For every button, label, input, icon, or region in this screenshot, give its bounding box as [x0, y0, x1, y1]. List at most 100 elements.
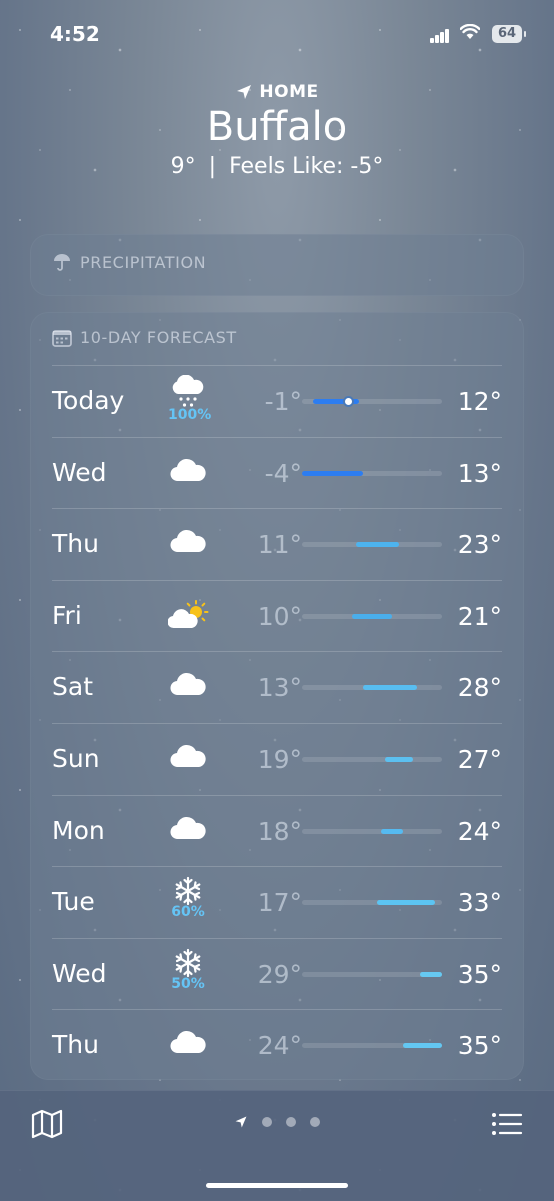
forecast-row[interactable]: Tue 60% 17° 33°	[30, 866, 524, 938]
page-dot[interactable]	[286, 1117, 296, 1127]
temp-range-track	[302, 470, 442, 476]
partly-sunny-icon	[168, 590, 209, 652]
temp-range-track	[302, 1043, 442, 1049]
wifi-icon	[459, 23, 481, 45]
forecast-day-label: Thu	[52, 1030, 99, 1060]
forecast-day-label: Thu	[52, 529, 99, 559]
home-indicator	[206, 1183, 348, 1188]
low-temp: 19°	[257, 745, 302, 774]
temp-range-track	[302, 757, 442, 762]
snowflake-icon: 60%	[168, 876, 208, 928]
page-indicator[interactable]	[0, 1115, 554, 1129]
temp-range-bar	[380, 828, 403, 834]
snow-cloud-icon: 100%	[168, 375, 212, 427]
location-arrow-icon	[237, 85, 252, 99]
home-label-row: HOME	[0, 82, 554, 102]
precipitation-title: PRECIPITATION	[80, 252, 207, 272]
high-temp: 35°	[457, 1031, 502, 1061]
high-temp: 33°	[457, 888, 502, 918]
precip-chance: 100%	[168, 407, 212, 423]
low-temp: 24°	[257, 1031, 302, 1061]
high-temp: 23°	[457, 530, 502, 560]
low-temp: -1°	[264, 387, 302, 416]
forecast-day-label: Fri	[52, 600, 82, 630]
separator: |	[208, 154, 217, 179]
temp-range-bar	[402, 1043, 442, 1049]
feels-like: Feels Like: -5°	[229, 154, 384, 179]
precipitation-card[interactable]: PRECIPITATION	[30, 234, 524, 296]
current-temp: 9°	[170, 154, 196, 179]
city-name: Buffalo	[206, 104, 348, 150]
cloud-icon	[168, 1019, 208, 1081]
temp-range-track	[302, 685, 442, 691]
high-temp: 35°	[457, 959, 502, 989]
temp-range-bar	[355, 542, 399, 548]
forecast-day-label: Wed	[52, 958, 107, 988]
high-temp: 27°	[457, 745, 502, 774]
forecast-row[interactable]: Wed -4° 13°	[30, 437, 524, 509]
cloud-icon	[168, 805, 208, 867]
cloud-icon	[168, 518, 208, 580]
forecast-row[interactable]: Thu 24° 35°	[30, 1009, 524, 1081]
forecast-day-label: Mon	[52, 815, 105, 845]
forecast-row[interactable]: Wed 50% 29° 35°	[30, 938, 524, 1010]
forecast-day-label: Tue	[52, 887, 95, 917]
high-temp: 28°	[457, 673, 502, 703]
temp-range-bar	[384, 757, 414, 762]
home-label: HOME	[259, 82, 319, 102]
calendar-icon	[52, 329, 72, 347]
high-temp: 13°	[457, 458, 502, 488]
low-temp: 17°	[257, 888, 302, 918]
high-temp: 24°	[457, 816, 502, 846]
status-bar: 4:52 64	[0, 0, 554, 70]
forecast-day-label: Sun	[52, 744, 100, 773]
temp-range-bar	[352, 613, 392, 619]
low-temp: 11°	[257, 530, 302, 560]
battery-icon: 64	[492, 25, 526, 43]
cloud-icon	[168, 733, 208, 795]
bottom-toolbar	[0, 1090, 554, 1201]
forecast-day-label: Sat	[52, 672, 93, 702]
forecast-row[interactable]: Today 100% -1° 12°	[30, 365, 524, 437]
forecast-row[interactable]: Fri 10° 21°	[30, 580, 524, 652]
forecast-day-label: Today	[52, 386, 125, 415]
page-dot[interactable]	[262, 1117, 272, 1127]
page-dot[interactable]	[310, 1117, 320, 1127]
low-temp: 13°	[257, 673, 302, 703]
temp-range-bar	[312, 399, 360, 404]
forecast-row[interactable]: Mon 18° 24°	[30, 795, 524, 867]
ten-day-forecast-card[interactable]: 10-DAY FORECAST Today 100% -1° 12° Wed -4° 13°…	[30, 312, 524, 1080]
status-time: 4:52	[50, 22, 100, 46]
cellular-signal-icon	[430, 27, 450, 43]
high-temp: 12°	[457, 387, 502, 416]
forecast-title: 10-DAY FORECAST	[80, 328, 237, 347]
temp-range-bar	[302, 470, 364, 476]
temp-range-track	[302, 613, 442, 619]
temp-range-bar	[420, 971, 442, 977]
high-temp: 21°	[457, 601, 502, 631]
location-header: HOME Buffalo 9° | Feels Like: -5°	[0, 82, 554, 179]
temp-range-track	[302, 542, 442, 548]
forecast-row[interactable]: Thu 11° 23°	[30, 508, 524, 580]
temp-range-bar	[377, 900, 435, 906]
temp-range-track	[302, 900, 442, 906]
temp-range-track	[302, 971, 442, 977]
temp-range-track	[302, 398, 442, 405]
current-conditions: 9° | Feels Like: -5°	[0, 154, 554, 179]
forecast-row[interactable]: Sat 13° 28°	[30, 651, 524, 723]
forecast-row[interactable]: Sun 19° 27°	[30, 723, 524, 795]
temp-range-track	[302, 828, 442, 834]
precip-chance: 50%	[171, 975, 205, 992]
forecast-day-label: Wed	[52, 457, 107, 487]
low-temp: -4°	[264, 458, 302, 488]
cloud-icon	[168, 661, 208, 723]
list-icon[interactable]	[490, 1109, 524, 1139]
low-temp: 10°	[257, 601, 302, 631]
low-temp: 29°	[257, 959, 302, 989]
location-arrow-icon	[235, 1116, 247, 1128]
snowflake-icon: 50%	[168, 948, 208, 1000]
temp-range-bar	[363, 685, 417, 691]
cloud-icon	[168, 447, 208, 509]
umbrella-icon	[54, 254, 70, 271]
low-temp: 18°	[257, 816, 302, 846]
